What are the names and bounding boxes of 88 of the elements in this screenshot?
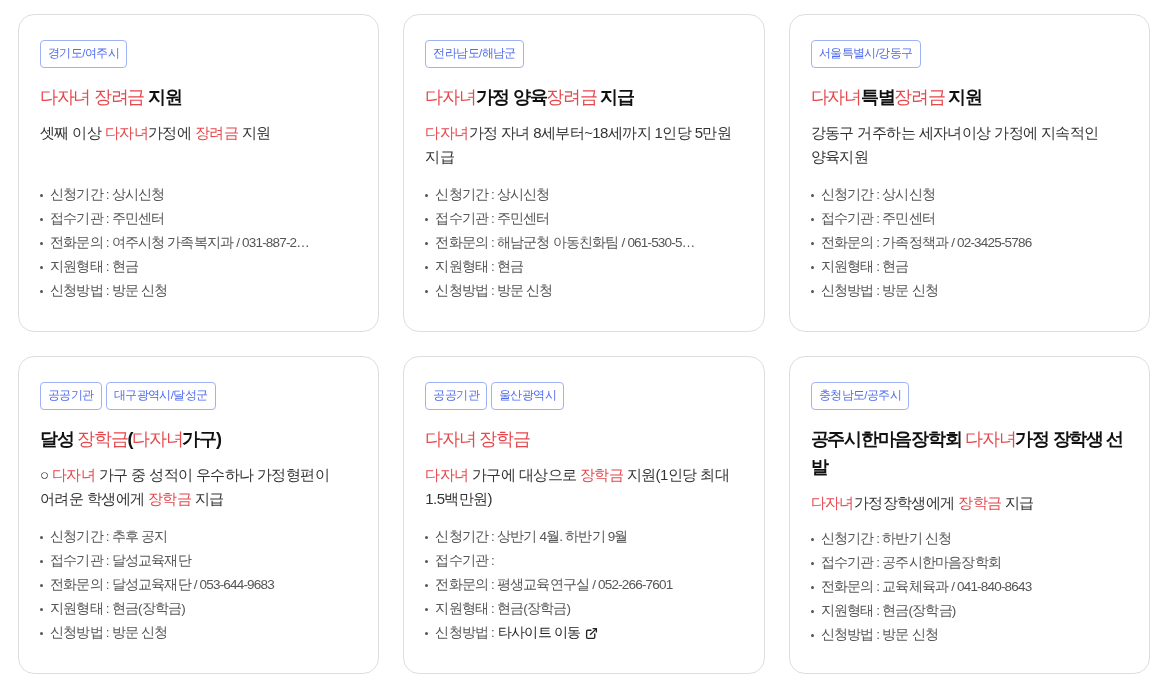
info-text: 신청기간 : 상시신청 (820, 185, 935, 204)
region-tag: 서울특별시/강동구 (810, 40, 921, 68)
program-card[interactable]: 공공기관 대구광역시/달성군 달성 장학금(다자녀가구) ○ 다자녀 가구 중 성적이 우수하나 가정형편이 어려운 학생에게 장학금 지급 신청기간 : 추후 공지 접수기관 : 달성교육재단 전화문의 : 달성교육재단 / 053-644-9683 지원형태 : 현금(장학금) 신청방법 : 방문 신청 (18, 356, 380, 674)
info-text: 전화문의 : 해남군청 아동친화팀 / 061-530-5… (435, 233, 695, 252)
info-text: 신청방법 : 방문 신청 (50, 623, 168, 642)
info-text: 접수기관 : 달성교육재단 (50, 551, 191, 570)
info-text: 신청방법 : 방문 신청 (50, 281, 168, 300)
info-text: 지원형태 : 현금 (820, 257, 909, 276)
bullet-icon (810, 265, 814, 269)
program-card[interactable]: 서울특별시/강동구 다자녀특별장려금 지원 강동구 거주하는 세자녀이상 가정에 지속적인 양육지원 신청기간 : 상시신청 접수기관 : 주민센터 전화문의 : 가족정책과 / 02-3425-5786 지원형태 : 현금 신청방법 : 방문 신청 (788, 14, 1150, 332)
bullet-icon (40, 559, 43, 563)
program-description: 다자녀가정 자녀 8세부터~18세까지 1인당 5만원 지급 (425, 123, 733, 167)
bullet-icon (40, 607, 43, 611)
info-text: 접수기관 : (435, 551, 494, 570)
program-title: 다자녀특별장려금 지원 (810, 86, 983, 109)
region-tag: 대구광역시/달성군 (105, 382, 216, 410)
bullet-icon (40, 265, 43, 269)
bullet-icon (40, 193, 43, 197)
info-text: 접수기관 : 주민센터 (820, 209, 935, 228)
info-text: 지원형태 : 현금 (435, 257, 524, 276)
bullet-icon (810, 585, 814, 589)
bullet-icon (425, 535, 429, 539)
bullet-icon (810, 289, 814, 293)
bullet-icon (40, 631, 43, 635)
program-description: 다자녀가정장학생에게 장학금 지급 (810, 493, 1035, 513)
bullet-icon (425, 241, 429, 245)
external-link-icon (585, 626, 599, 640)
program-title: 달성 장학금(다자녀가구) (40, 428, 222, 451)
program-description: 강동구 거주하는 세자녀이상 가정에 지속적인 양육지원 (810, 123, 1100, 167)
bullet-icon (425, 217, 429, 221)
bullet-icon (40, 289, 43, 293)
info-text: 신청방법 : 방문 신청 (820, 625, 938, 644)
region-tag: 공공기관 (40, 382, 102, 410)
info-text: 지원형태 : 현금(장학금) (435, 599, 571, 618)
bullet-icon (425, 265, 429, 269)
program-description: 셋째 이상 다자녀가정에 장려금 지원 (40, 123, 272, 143)
info-text: 신청기간 : 추후 공지 (50, 527, 168, 546)
bullet-icon (810, 609, 814, 613)
program-title: 다자녀 장학금 (425, 428, 531, 451)
region-tag: 충청남도/공주시 (810, 382, 910, 410)
program-card[interactable]: 공공기관 울산광역시 다자녀 장학금 다자녀 가구에 대상으로 장학금 지원(1인당 최대 1.5백만원) 신청기간 : 상반기 4월. 하반기 9월 접수기관 : 전화문의 : 평생교육연구실 / 052-266-7601 지원형태 : 현금(장학금) 신청방법 : 타사이트 이동 (403, 356, 765, 674)
program-card[interactable]: 전라남도/해남군 다자녀가정 양육장려금 지급 다자녀가정 자녀 8세부터~18세까지 1인당 5만원 지급 신청기간 : 상시신청 접수기관 : 주민센터 전화문의 : 해남군청 아동친화팀 / 061-530-5… 지원형태 : 현금 신청방법 : 방문 신청 (403, 14, 765, 332)
info-text: 전화문의 : 여주시청 가족복지과 / 031-887-2… (50, 233, 309, 252)
info-text: 전화문의 : 달성교육재단 / 053-644-9683 (50, 575, 274, 594)
bullet-icon (810, 537, 814, 541)
bullet-icon (810, 561, 814, 565)
bullet-icon (810, 633, 814, 637)
external-link[interactable]: 타사이트 이동 (498, 622, 599, 644)
program-title: 다자녀 장려금 지원 (40, 86, 183, 109)
bullet-icon (425, 583, 429, 587)
region-tag: 경기도/여주시 (40, 40, 128, 68)
program-description: ○ 다자녀 가구 중 성적이 우수하나 가정형편이 어려운 학생에게 장학금 지급 (40, 465, 331, 509)
bullet-icon (425, 631, 429, 635)
info-text: 접수기관 : 주민센터 (50, 209, 165, 228)
info-text: 전화문의 : 가족정책과 / 02-3425-5786 (820, 233, 1032, 252)
info-text: 전화문의 : 평생교육연구실 / 052-266-7601 (435, 575, 673, 594)
bullet-icon (425, 607, 429, 611)
info-text: 지원형태 : 현금 (50, 257, 138, 276)
info-text: 지원형태 : 현금(장학금) (820, 601, 956, 620)
bullet-icon (810, 193, 814, 197)
info-text: 신청방법 : 방문 신청 (435, 281, 553, 300)
bullet-icon (425, 289, 429, 293)
info-text: 지원형태 : 현금(장학금) (50, 599, 185, 618)
bullet-icon (810, 217, 814, 221)
info-text: 신청기간 : 상시신청 (50, 185, 165, 204)
bullet-icon (40, 583, 43, 587)
info-text: 신청기간 : 상시신청 (435, 185, 550, 204)
info-text: 전화문의 : 교육체육과 / 041-840-8643 (820, 577, 1032, 596)
region-tag: 울산광역시 (491, 382, 565, 410)
info-text: 신청방법 : 방문 신청 (820, 281, 938, 300)
info-text: 접수기관 : 공주시한마음장학회 (820, 553, 1001, 572)
bullet-icon (40, 241, 43, 245)
region-tag: 전라남도/해남군 (425, 40, 524, 68)
program-title: 공주시한마음장학회 다자녀가정 장학생 선발 (810, 428, 1125, 479)
bullet-icon (40, 535, 43, 539)
bullet-icon (425, 193, 429, 197)
info-label: 신청방법 : (435, 623, 494, 642)
program-card[interactable]: 경기도/여주시 다자녀 장려금 지원 셋째 이상 다자녀가정에 장려금 지원 신청기간 : 상시신청 접수기관 : 주민센터 전화문의 : 여주시청 가족복지과 / 031-887-2… 지원형태 : 현금 신청방법 : 방문 신청 (18, 14, 380, 332)
program-title: 다자녀가정 양육장려금 지급 (425, 86, 635, 109)
bullet-icon (40, 217, 43, 221)
program-card[interactable]: 충청남도/공주시 공주시한마음장학회 다자녀가정 장학생 선발 다자녀가정장학생에게 장학금 지급 신청기간 : 하반기 신청 접수기관 : 공주시한마음장학회 전화문의 : 교육체육과 / 041-840-8643 지원형태 : 현금(장학금) 신청방법 : 방문 신청 (788, 356, 1150, 674)
region-tag: 공공기관 (425, 382, 488, 410)
program-description: 다자녀 가구에 대상으로 장학금 지원(1인당 최대 1.5백만원) (425, 465, 730, 509)
bullet-icon (810, 241, 814, 245)
info-text: 신청기간 : 상반기 4월. 하반기 9월 (435, 527, 628, 546)
info-text: 신청기간 : 하반기 신청 (820, 529, 952, 548)
info-text: 접수기관 : 주민센터 (435, 209, 550, 228)
bullet-icon (425, 559, 429, 563)
